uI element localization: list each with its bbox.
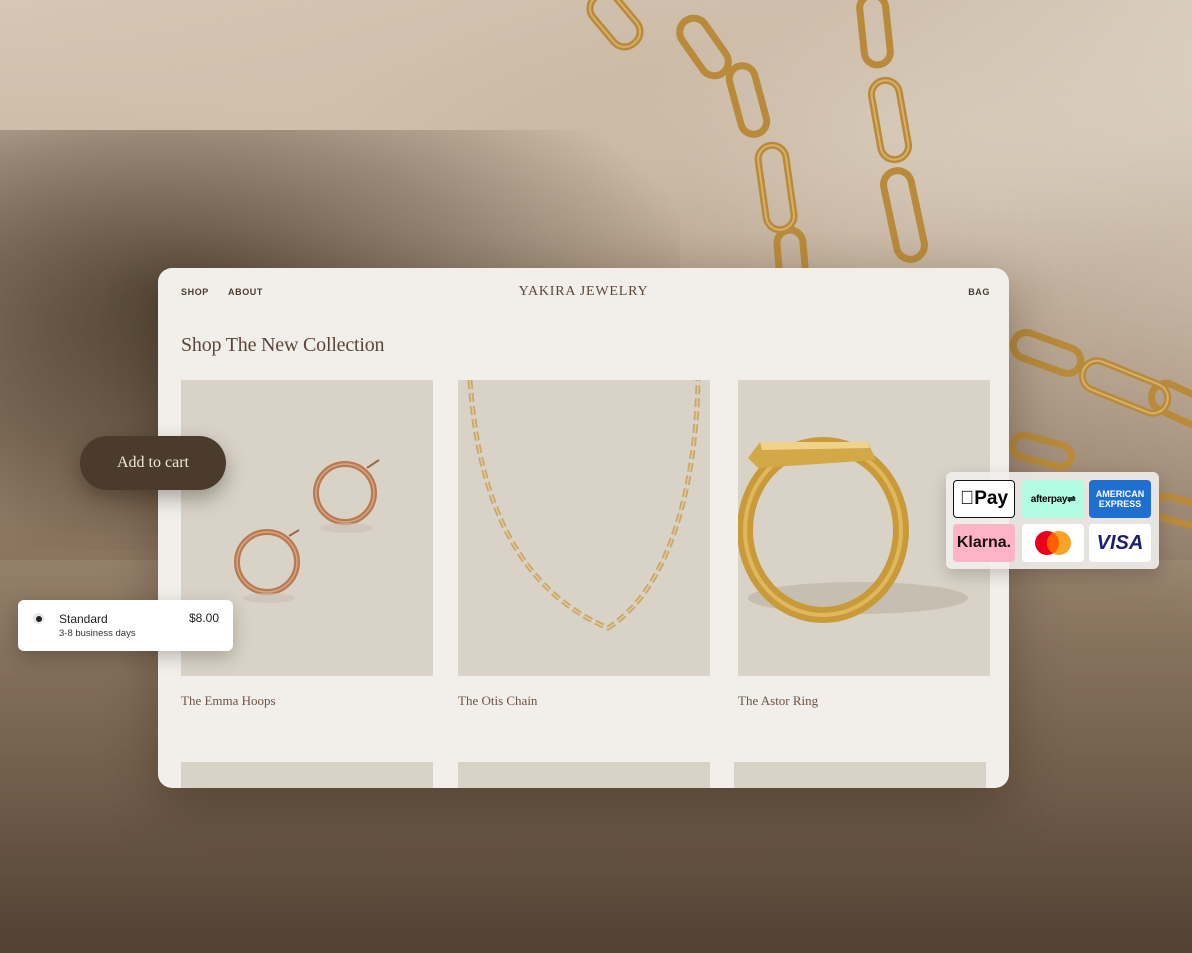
- mastercard-icon: [1035, 531, 1071, 555]
- afterpay-badge: afterpay ⇌: [1022, 480, 1084, 518]
- shipping-name: Standard: [59, 612, 108, 626]
- afterpay-arrows-icon: ⇌: [1067, 493, 1076, 505]
- amex-line-2: EXPRESS: [1098, 499, 1142, 509]
- brand-logo[interactable]: YAKIRA JEWELRY: [158, 284, 1009, 300]
- apple-icon: : [960, 488, 974, 510]
- apple-pay-label: Pay: [967, 488, 1008, 509]
- klarna-badge: Klarna.: [953, 524, 1015, 562]
- shipping-radio[interactable]: [33, 613, 44, 624]
- product-image-placeholder[interactable]: [181, 762, 433, 788]
- mastercard-badge: [1022, 524, 1084, 562]
- chain-necklace-image: [467, 380, 701, 631]
- payment-methods-panel: Pay afterpay⇌ AMERICAN EXPRESS Klarna. …: [946, 472, 1159, 569]
- amex-line-1: AMERICAN: [1095, 489, 1145, 499]
- shipping-price: $8.00: [188, 611, 219, 625]
- radio-selected-dot: [35, 615, 42, 622]
- shop-window: SHOP ABOUT YAKIRA JEWELRY BAG Shop The N…: [158, 268, 1009, 788]
- afterpay-label: afterpay: [1030, 493, 1068, 505]
- nav-bag-link[interactable]: BAG: [968, 287, 990, 297]
- page-title: Shop The New Collection: [181, 334, 385, 356]
- product-image-chain[interactable]: [458, 380, 710, 676]
- add-to-cart-button[interactable]: Add to cart: [80, 436, 226, 490]
- shipping-option-standard[interactable]: Standard 3-8 business days $8.00: [18, 600, 233, 651]
- amex-badge: AMERICAN EXPRESS: [1089, 480, 1151, 518]
- apple-pay-badge: Pay: [953, 480, 1015, 518]
- product-name[interactable]: The Otis Chain: [458, 693, 710, 709]
- amex-label: AMERICAN EXPRESS: [1096, 489, 1145, 509]
- product-name[interactable]: The Emma Hoops: [181, 693, 433, 709]
- top-nav: SHOP ABOUT YAKIRA JEWELRY BAG: [158, 268, 1009, 316]
- shipping-days: 3-8 business days: [59, 628, 136, 639]
- product-image-placeholder[interactable]: [458, 762, 710, 788]
- product-card[interactable]: The Emma Hoops: [181, 380, 433, 709]
- product-card[interactable]: The Otis Chain: [458, 380, 710, 709]
- product-image-placeholder[interactable]: [734, 762, 986, 788]
- visa-badge: VISA: [1089, 524, 1151, 562]
- product-name[interactable]: The Astor Ring: [738, 693, 990, 709]
